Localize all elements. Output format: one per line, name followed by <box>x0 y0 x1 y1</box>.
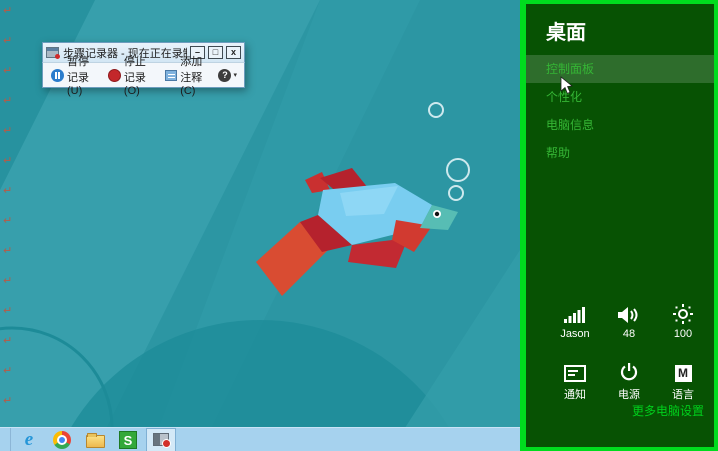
close-button[interactable]: x <box>226 46 241 59</box>
comment-icon <box>165 70 177 81</box>
return-mark-icon: ↵ <box>3 154 12 184</box>
language-tile[interactable]: M 语言 <box>656 358 710 402</box>
taskbar-item-steps-recorder[interactable] <box>146 428 176 451</box>
settings-panel: 桌面 控制面板 个性化 电脑信息 帮助 Jason <box>520 0 718 451</box>
volume-icon <box>618 300 640 324</box>
brightness-tile[interactable]: 100 <box>656 300 710 340</box>
help-icon: ? <box>218 69 231 82</box>
power-tile[interactable]: 电源 <box>602 358 656 402</box>
return-mark-icon: ↵ <box>3 304 12 334</box>
power-icon <box>620 358 638 382</box>
taskbar-item-internet-explorer[interactable]: e <box>14 428 44 451</box>
add-comment-button[interactable]: 添加注释(C) <box>162 51 215 99</box>
brightness-label: 100 <box>674 328 692 340</box>
taskbar-item-chrome[interactable] <box>47 428 77 451</box>
return-mark-icon: ↵ <box>3 124 12 154</box>
network-icon <box>564 300 586 324</box>
more-pc-settings-link[interactable]: 更多电脑设置 <box>632 402 704 419</box>
chrome-icon <box>53 431 71 449</box>
steps-recorder-taskbar-icon <box>153 433 169 446</box>
taskbar-item-file-explorer[interactable] <box>80 428 110 451</box>
panel-title: 桌面 <box>546 16 714 45</box>
steps-recorder-icon <box>46 47 59 58</box>
stop-icon <box>108 69 121 82</box>
panel-item-control-panel[interactable]: 控制面板 <box>526 55 714 83</box>
language-label: 语言 <box>672 386 694 402</box>
s-app-icon: S <box>119 431 137 449</box>
help-button[interactable]: ? ▾ <box>218 69 239 82</box>
return-mark-icon: ↵ <box>3 94 12 124</box>
brightness-icon <box>673 300 693 324</box>
return-mark-icon: ↵ <box>3 244 12 274</box>
ime-m-icon: M <box>675 365 692 382</box>
notifications-tile[interactable]: 通知 <box>548 358 602 402</box>
mouse-cursor <box>560 76 573 95</box>
settings-tiles-row2: 通知 电源 M 语言 <box>548 358 710 402</box>
file-explorer-icon <box>86 435 105 448</box>
settings-tiles-row1: Jason 48 <box>548 300 710 340</box>
desktop-screen: ↵ ↵ ↵ ↵ ↵ ↵ ↵ ↵ ↵ ↵ ↵ ↵ ↵ ↵ ↵ 步骤记录器 - 现在… <box>0 0 718 451</box>
panel-item-help[interactable]: 帮助 <box>526 139 714 167</box>
stop-record-button[interactable]: 停止记录(O) <box>105 51 159 99</box>
return-mark-icon: ↵ <box>3 34 12 64</box>
network-label: Jason <box>560 328 589 340</box>
pause-icon <box>51 69 64 82</box>
return-mark-icon: ↵ <box>3 394 12 424</box>
language-icon: M <box>675 358 692 382</box>
notifications-label: 通知 <box>564 386 586 402</box>
return-mark-icon: ↵ <box>3 184 12 214</box>
recorder-toolbar: 暂停记录(U) 停止记录(O) 添加注释(C) ? ▾ <box>42 62 245 88</box>
taskbar-item-s-app[interactable]: S <box>113 428 143 451</box>
return-mark-icon: ↵ <box>3 64 12 94</box>
power-label: 电源 <box>618 386 640 402</box>
chevron-down-icon[interactable]: ▾ <box>233 71 237 79</box>
pause-record-label: 暂停记录(U) <box>67 53 99 97</box>
volume-label: 48 <box>623 328 635 340</box>
stop-record-label: 停止记录(O) <box>124 53 156 97</box>
return-mark-icon: ↵ <box>3 364 12 394</box>
watermark-column: ↵ ↵ ↵ ↵ ↵ ↵ ↵ ↵ ↵ ↵ ↵ ↵ ↵ ↵ ↵ <box>3 4 12 451</box>
network-tile[interactable]: Jason <box>548 300 602 340</box>
return-mark-icon: ↵ <box>3 274 12 304</box>
return-mark-icon: ↵ <box>3 4 12 34</box>
panel-items: 控制面板 个性化 电脑信息 帮助 <box>526 55 714 167</box>
internet-explorer-icon: e <box>25 430 33 450</box>
add-comment-label: 添加注释(C) <box>180 53 212 97</box>
panel-item-personalization[interactable]: 个性化 <box>526 83 714 111</box>
volume-tile[interactable]: 48 <box>602 300 656 340</box>
notifications-icon <box>564 358 586 382</box>
return-mark-icon: ↵ <box>3 214 12 244</box>
return-mark-icon: ↵ <box>3 334 12 364</box>
taskbar-separator <box>10 428 11 451</box>
panel-item-pc-info[interactable]: 电脑信息 <box>526 111 714 139</box>
steps-recorder-window: 步骤记录器 - 现在正在录制 – □ x 暂停记录(U) 停止记录(O) 添加注… <box>42 42 245 88</box>
